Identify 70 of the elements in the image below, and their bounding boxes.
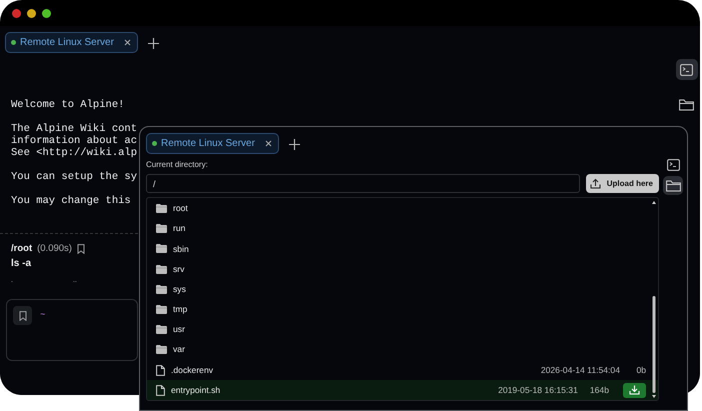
folder-icon: [679, 98, 694, 110]
terminal-line: Welcome to Alpine!: [11, 99, 124, 111]
file-row[interactable]: .dockerenv 2026-04-14 11:54:04 0b: [147, 360, 658, 380]
folder-icon: [156, 345, 167, 354]
bookmark-button[interactable]: [13, 306, 32, 326]
download-icon: [629, 385, 640, 396]
folder-icon: [156, 244, 167, 254]
directory-label: Current directory:: [146, 159, 209, 171]
terminal-line: You may change this: [11, 195, 131, 207]
directory-field[interactable]: /: [146, 174, 580, 193]
scrollbar[interactable]: [651, 199, 657, 399]
command-duration: (0.090s): [37, 242, 72, 256]
bookmark-icon[interactable]: [76, 244, 85, 254]
maximize-window-button[interactable]: [42, 8, 51, 18]
tab-label: Remote Linux Server: [20, 36, 114, 50]
tab[interactable]: Remote Linux Server: [146, 133, 279, 154]
file-name: root: [173, 202, 189, 216]
folder-icon: [156, 305, 167, 314]
terminal-line: See <http://wiki.alp: [11, 147, 138, 159]
file-size: 164b: [590, 384, 609, 397]
folder-icon: [156, 264, 167, 274]
download-button[interactable]: [623, 382, 646, 398]
file-date: 2026-04-14 11:54:04: [540, 364, 620, 377]
tab[interactable]: Remote Linux Server: [5, 32, 138, 53]
terminal-line: information about ac: [11, 135, 138, 147]
file-size: 0b: [635, 364, 646, 377]
folder-row[interactable]: root: [147, 198, 658, 219]
terminal-line: The Alpine Wiki cont: [11, 123, 138, 135]
command-path: /root: [11, 242, 32, 256]
prompt-text: ~: [40, 309, 46, 322]
new-tab-button[interactable]: [148, 35, 159, 50]
folder-row[interactable]: var: [147, 340, 658, 360]
folder-row[interactable]: sys: [147, 279, 658, 300]
file-name: srv: [173, 262, 186, 276]
folder-row[interactable]: tmp: [147, 299, 658, 320]
file-name: .dockerenv: [171, 364, 214, 377]
folder-row[interactable]: sbin: [147, 238, 658, 260]
terminal-icon: [666, 158, 680, 170]
folder-icon: [156, 325, 167, 334]
upload-icon: [590, 178, 601, 189]
terminal-button[interactable]: [676, 59, 698, 80]
terminal-line: You can setup the sy: [11, 171, 138, 183]
folder-row[interactable]: run: [147, 218, 658, 239]
tab-label: Remote Linux Server: [161, 137, 255, 151]
file-name: run: [173, 222, 186, 236]
bookmark-icon: [18, 310, 26, 321]
file-name: sys: [173, 282, 187, 296]
file-name: usr: [173, 323, 186, 336]
upload-button[interactable]: Upload here: [586, 174, 659, 193]
folder-icon: [156, 204, 167, 214]
file-name: tmp: [173, 303, 188, 316]
folder-icon: [156, 284, 167, 294]
command-input-field[interactable]: ~: [6, 299, 138, 362]
folder-row[interactable]: usr: [147, 320, 658, 340]
new-tab-button[interactable]: [288, 136, 300, 151]
folder-row[interactable]: srv: [147, 259, 658, 280]
folder-icon: [156, 224, 167, 234]
file-name: entrypoint.sh: [171, 384, 222, 397]
folder-icon: [666, 180, 680, 192]
file-date: 2019-05-18 16:15:31: [498, 384, 578, 397]
files-button[interactable]: [663, 176, 683, 195]
terminal-icon: [680, 64, 693, 76]
file-icon: [156, 364, 165, 376]
close-window-button[interactable]: [12, 8, 21, 18]
minimize-window-button[interactable]: [27, 8, 36, 18]
file-name: var: [173, 343, 186, 356]
file-icon: [156, 384, 165, 396]
command-text: ls -a: [10, 257, 32, 272]
file-name: sbin: [173, 242, 190, 256]
file-row[interactable]: entrypoint.sh 2019-05-18 16:15:31 164b: [147, 380, 658, 400]
